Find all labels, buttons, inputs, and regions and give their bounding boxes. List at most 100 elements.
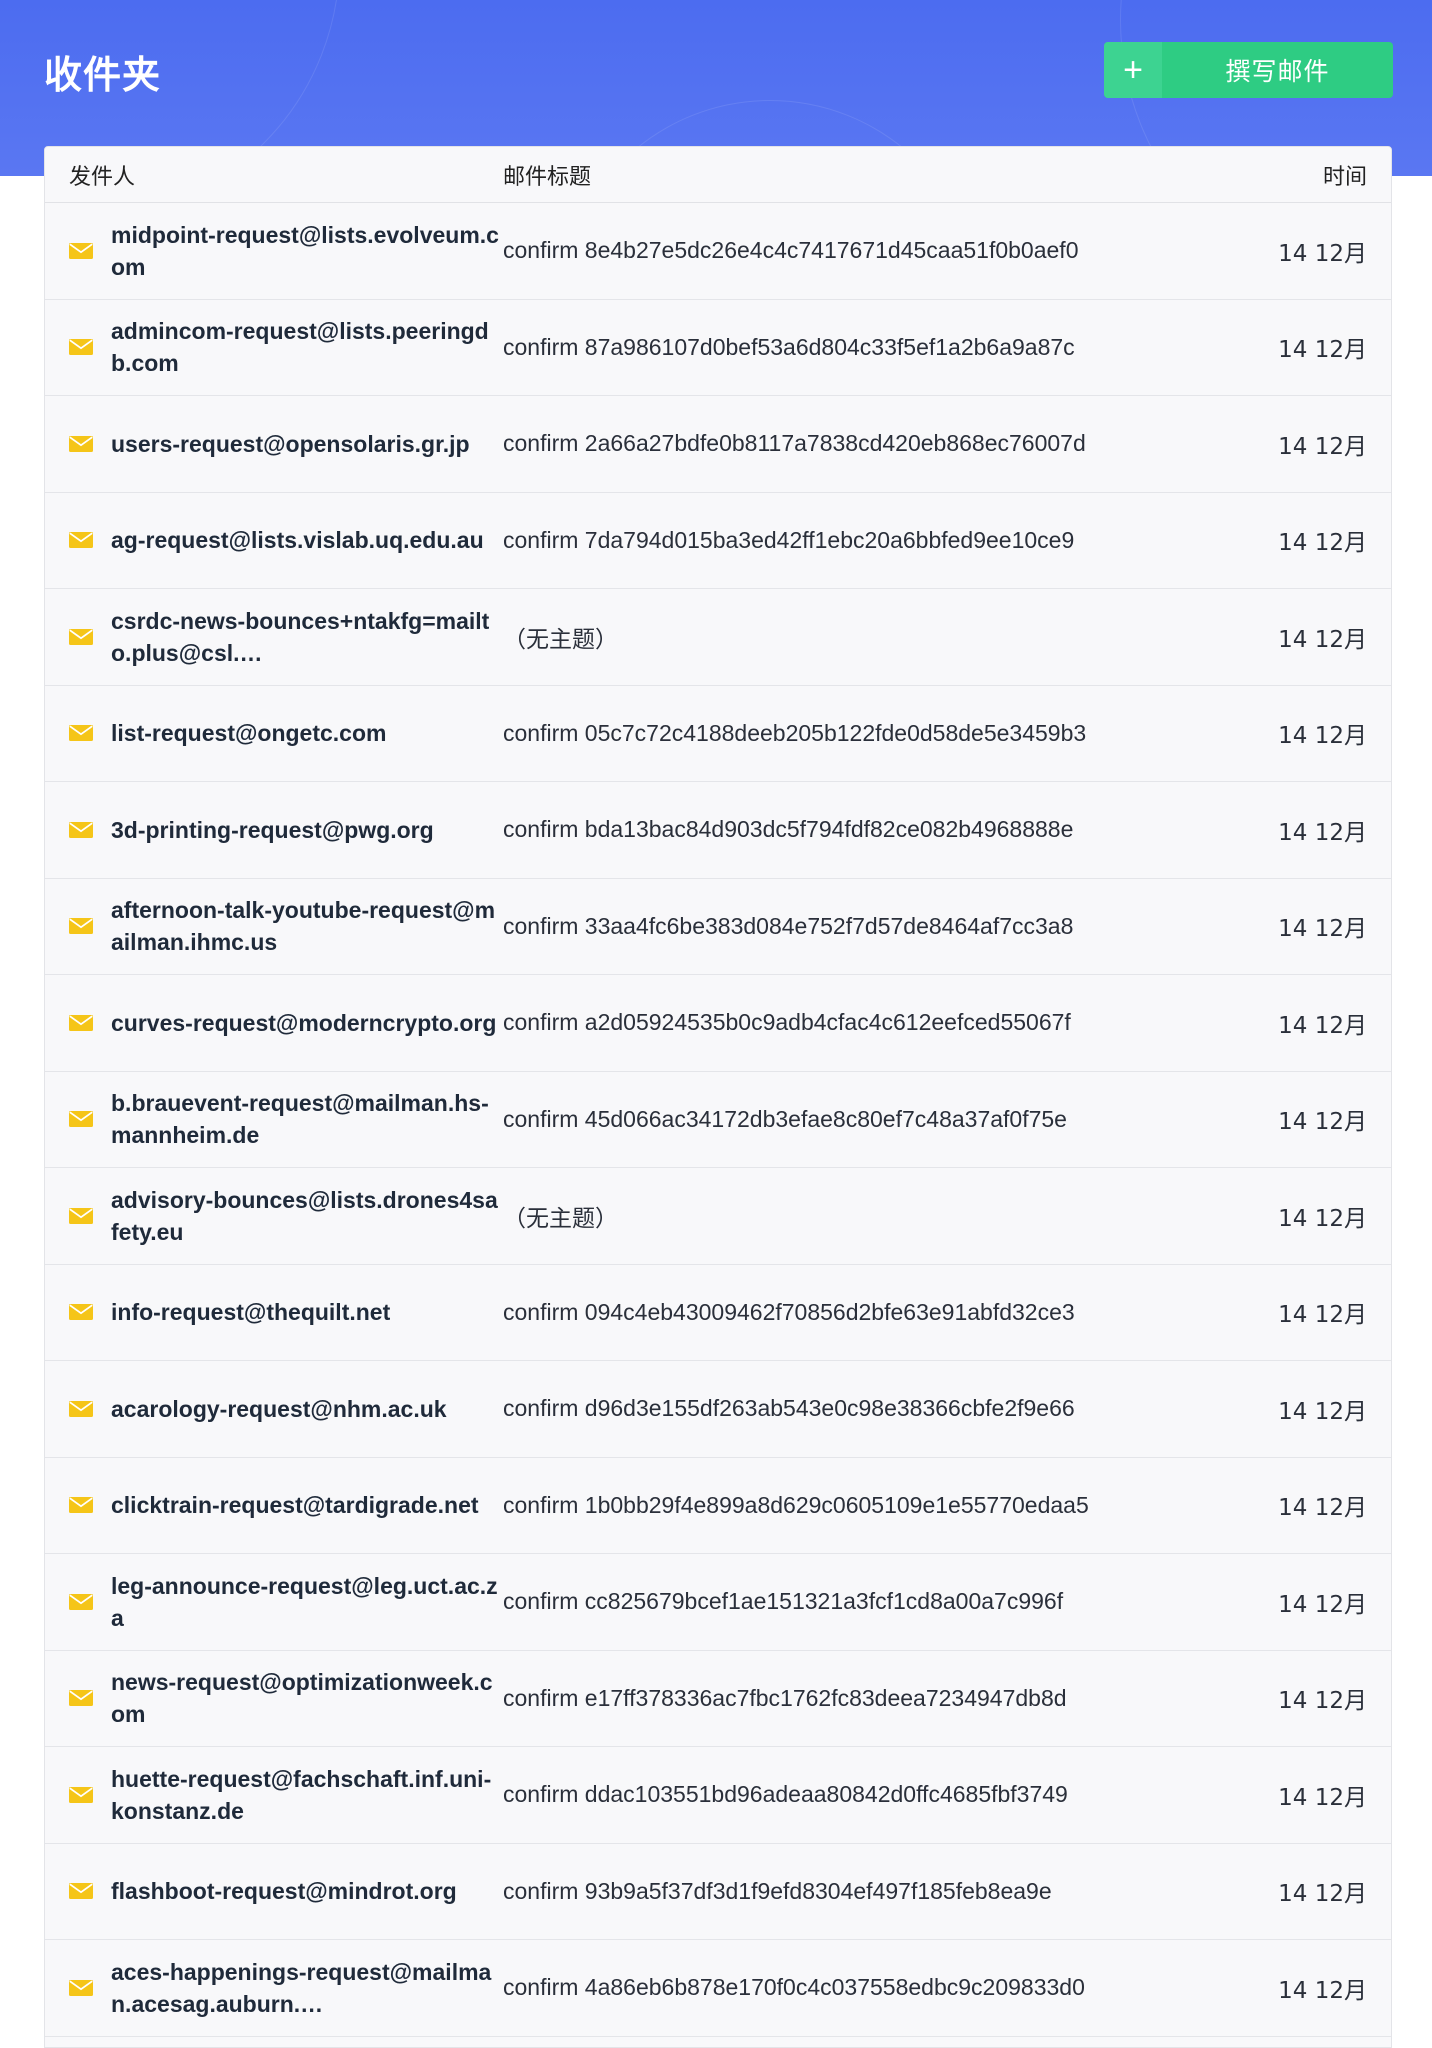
mail-row[interactable]: 3d-printing-request@pwg.org confirm bda1… xyxy=(45,782,1391,879)
mail-time: 14 12月 xyxy=(1278,530,1367,557)
mail-time: 14 12月 xyxy=(1278,1012,1367,1039)
mail-subject: confirm bda13bac84d903dc5f794fdf82ce082b… xyxy=(503,816,1074,843)
sender-address: midpoint-request@lists.evolveum.com xyxy=(111,221,499,280)
envelope-icon xyxy=(69,1786,93,1803)
envelope-icon xyxy=(69,1111,93,1128)
mail-time: 14 12月 xyxy=(1278,916,1367,943)
sender-cell: b.brauevent-request@mailman.hs-mannheim.… xyxy=(45,1087,503,1151)
sender-address: afternoon-talk-youtube-request@mailman.i… xyxy=(111,897,496,956)
envelope-icon xyxy=(69,1883,93,1900)
envelope-icon xyxy=(69,1400,93,1417)
mail-time: 14 12月 xyxy=(1278,1591,1367,1618)
mail-row[interactable]: aces-happenings-request@mailman.acesag.a… xyxy=(45,1940,1391,2037)
sender-cell: clicktrain-request@tardigrade.net xyxy=(45,1489,503,1521)
sender-cell: ag-request@lists.vislab.uq.edu.au xyxy=(45,524,503,556)
sender-cell: csrdc-news-bounces+ntakfg=mailto.plus@cs… xyxy=(45,605,503,669)
column-header-sender: 发件人 xyxy=(69,164,136,190)
sender-cell: info-request@thequilt.net xyxy=(45,1296,503,1328)
mail-subject: confirm 33aa4fc6be383d084e752f7d57de8464… xyxy=(503,912,1074,939)
mail-row[interactable]: curves-request@moderncrypto.org confirm … xyxy=(45,975,1391,1072)
mail-row[interactable]: advisory-bounces@lists.drones4safety.eu … xyxy=(45,1168,1391,1265)
mail-subject: confirm e17ff378336ac7fbc1762fc83deea723… xyxy=(503,1684,1067,1711)
sender-cell: huette-request@fachschaft.inf.uni-konsta… xyxy=(45,1763,503,1827)
sender-cell: advisory-bounces@lists.drones4safety.eu xyxy=(45,1184,503,1248)
sender-address: 3d-printing-request@pwg.org xyxy=(111,816,434,843)
sender-address: flashboot-request@mindrot.org xyxy=(111,1878,457,1905)
mail-subject: confirm ddac103551bd96adeaa80842d0ffc468… xyxy=(503,1781,1068,1808)
mail-time: 14 12月 xyxy=(1278,819,1367,846)
mail-time: 14 12月 xyxy=(1278,337,1367,364)
mail-rows: midpoint-request@lists.evolveum.com conf… xyxy=(45,203,1391,2037)
sender-cell: aces-happenings-request@mailman.acesag.a… xyxy=(45,1956,503,2020)
sender-address: advisory-bounces@lists.drones4safety.eu xyxy=(111,1186,498,1245)
plus-icon: + xyxy=(1104,42,1162,98)
mail-row[interactable]: info-request@thequilt.net confirm 094c4e… xyxy=(45,1264,1391,1361)
mail-subject: （无主题） xyxy=(503,1205,618,1232)
sender-cell: afternoon-talk-youtube-request@mailman.i… xyxy=(45,894,503,958)
sender-address: csrdc-news-bounces+ntakfg=mailto.plus@cs… xyxy=(111,607,490,666)
mail-subject: confirm a2d05924535b0c9adb4cfac4c612eefc… xyxy=(503,1009,1071,1036)
mail-subject: （无主题） xyxy=(503,626,618,653)
envelope-icon xyxy=(69,242,93,259)
sender-cell: 3d-printing-request@pwg.org xyxy=(45,814,503,846)
mail-row[interactable]: leg-announce-request@leg.uct.ac.za confi… xyxy=(45,1554,1391,1651)
envelope-icon xyxy=(69,435,93,452)
mail-time: 14 12月 xyxy=(1278,626,1367,653)
envelope-icon xyxy=(69,1690,93,1707)
sender-address: acarology-request@nhm.ac.uk xyxy=(111,1395,447,1422)
sender-address: news-request@optimizationweek.com xyxy=(111,1669,493,1728)
envelope-icon xyxy=(69,532,93,549)
sender-cell: leg-announce-request@leg.uct.ac.za xyxy=(45,1570,503,1634)
mail-row[interactable]: ag-request@lists.vislab.uq.edu.au confir… xyxy=(45,492,1391,589)
envelope-icon xyxy=(69,918,93,935)
mail-row[interactable]: list-request@ongetc.com confirm 05c7c72c… xyxy=(45,685,1391,782)
sender-cell: admincom-request@lists.peeringdb.com xyxy=(45,315,503,379)
mail-row[interactable]: news-request@optimizationweek.com confir… xyxy=(45,1650,1391,1747)
envelope-icon xyxy=(69,821,93,838)
mail-subject: confirm 4a86eb6b878e170f0c4c037558edbc9c… xyxy=(503,1974,1085,2001)
sender-cell: acarology-request@nhm.ac.uk xyxy=(45,1393,503,1425)
table-header: 发件人 邮件标题 时间 xyxy=(45,147,1391,203)
sender-address: admincom-request@lists.peeringdb.com xyxy=(111,318,489,377)
column-header-subject: 邮件标题 xyxy=(503,164,592,190)
mail-row[interactable]: clicktrain-request@tardigrade.net confir… xyxy=(45,1457,1391,1554)
mail-row[interactable]: b.brauevent-request@mailman.hs-mannheim.… xyxy=(45,1071,1391,1168)
sender-cell: midpoint-request@lists.evolveum.com xyxy=(45,219,503,283)
mail-time: 14 12月 xyxy=(1278,1398,1367,1425)
mail-subject: confirm 45d066ac34172db3efae8c80ef7c48a3… xyxy=(503,1105,1067,1132)
envelope-icon xyxy=(69,725,93,742)
sender-address: users-request@opensolaris.gr.jp xyxy=(111,430,470,457)
compose-button[interactable]: + 撰写邮件 xyxy=(1104,42,1393,98)
envelope-icon xyxy=(69,1593,93,1610)
mail-time: 14 12月 xyxy=(1278,1109,1367,1136)
mail-time: 14 12月 xyxy=(1278,1302,1367,1329)
mail-row[interactable]: acarology-request@nhm.ac.uk confirm d96d… xyxy=(45,1361,1391,1458)
mail-subject: confirm 094c4eb43009462f70856d2bfe63e91a… xyxy=(503,1298,1075,1325)
mail-subject: confirm 2a66a27bdfe0b8117a7838cd420eb868… xyxy=(503,430,1086,457)
mail-subject: confirm d96d3e155df263ab543e0c98e38366cb… xyxy=(503,1395,1075,1422)
sender-address: ag-request@lists.vislab.uq.edu.au xyxy=(111,527,484,554)
mail-row[interactable]: flashboot-request@mindrot.org confirm 93… xyxy=(45,1843,1391,1940)
mail-time: 14 12月 xyxy=(1278,1881,1367,1908)
sender-cell: news-request@optimizationweek.com xyxy=(45,1666,503,1730)
mail-time: 14 12月 xyxy=(1278,1688,1367,1715)
mail-row[interactable]: huette-request@fachschaft.inf.uni-konsta… xyxy=(45,1747,1391,1844)
envelope-icon xyxy=(69,1014,93,1031)
compose-button-label: 撰写邮件 xyxy=(1225,57,1330,86)
mail-time: 14 12月 xyxy=(1278,433,1367,460)
mail-subject: confirm 05c7c72c4188deeb205b122fde0d58de… xyxy=(503,719,1087,746)
mail-time: 14 12月 xyxy=(1278,1977,1367,2004)
sender-cell: flashboot-request@mindrot.org xyxy=(45,1875,503,1907)
mail-row[interactable]: csrdc-news-bounces+ntakfg=mailto.plus@cs… xyxy=(45,589,1391,686)
mail-row[interactable]: users-request@opensolaris.gr.jp confirm … xyxy=(45,396,1391,493)
sender-address: b.brauevent-request@mailman.hs-mannheim.… xyxy=(111,1090,489,1149)
mail-subject: confirm 93b9a5f37df3d1f9efd8304ef497f185… xyxy=(503,1877,1052,1904)
mail-row[interactable]: admincom-request@lists.peeringdb.com con… xyxy=(45,299,1391,396)
sender-address: clicktrain-request@tardigrade.net xyxy=(111,1492,479,1519)
mail-row[interactable]: midpoint-request@lists.evolveum.com conf… xyxy=(45,203,1391,300)
mail-subject: confirm 7da794d015ba3ed42ff1ebc20a6bbfed… xyxy=(503,526,1075,553)
sender-cell: curves-request@moderncrypto.org xyxy=(45,1007,503,1039)
sender-cell: users-request@opensolaris.gr.jp xyxy=(45,428,503,460)
sender-address: leg-announce-request@leg.uct.ac.za xyxy=(111,1572,498,1631)
mail-row[interactable]: afternoon-talk-youtube-request@mailman.i… xyxy=(45,878,1391,975)
